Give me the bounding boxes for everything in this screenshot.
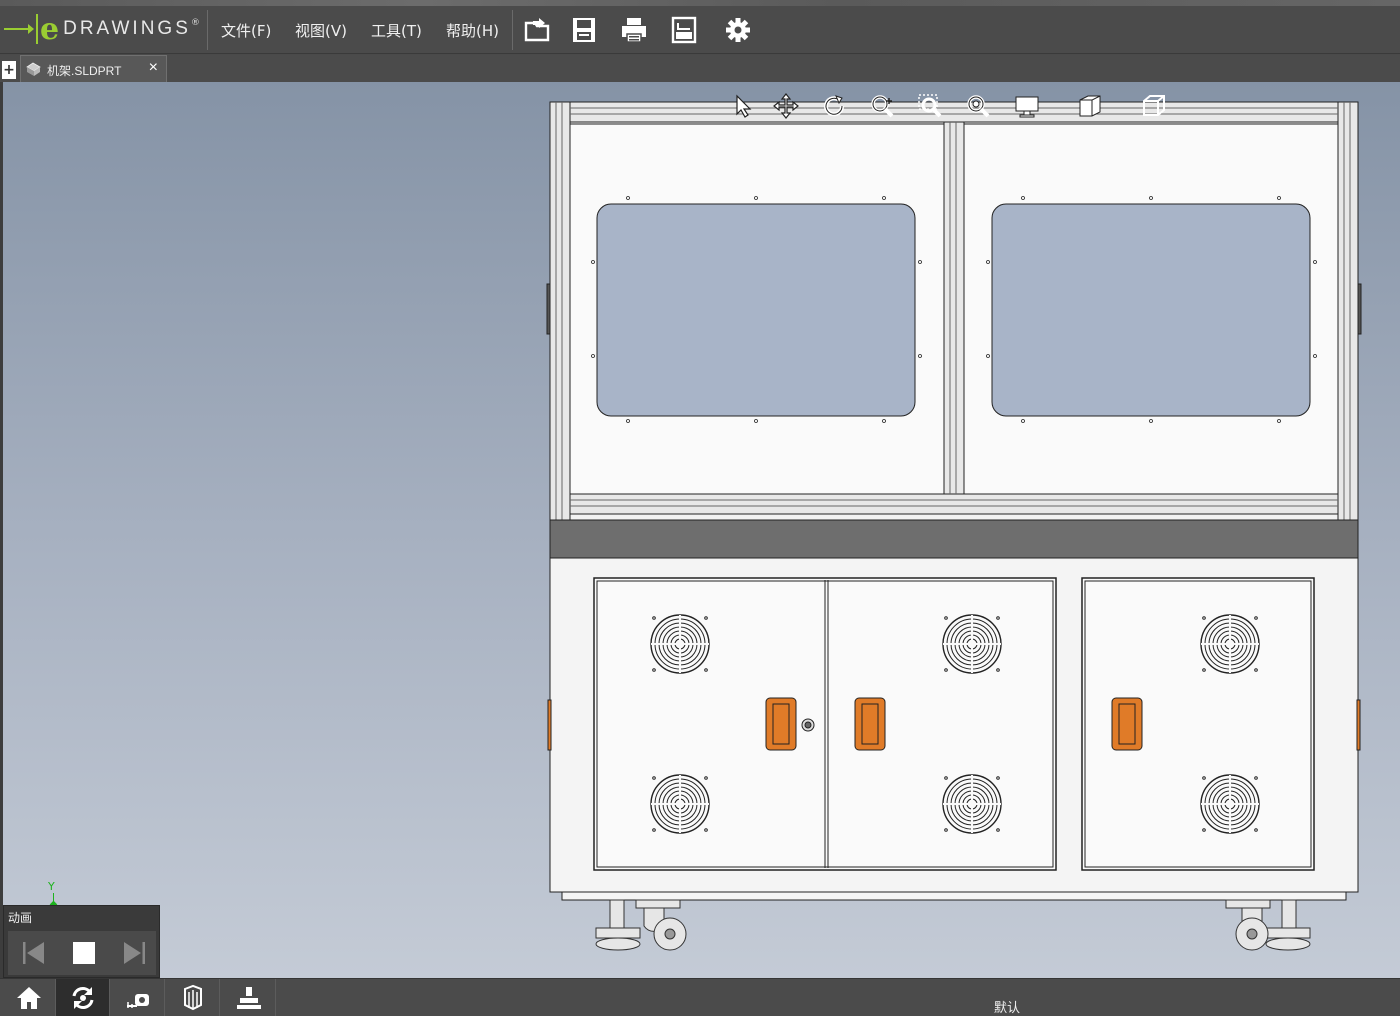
settings-icon[interactable] bbox=[722, 14, 754, 46]
section-icon[interactable] bbox=[1076, 92, 1104, 120]
configuration-label: 默认 bbox=[994, 1001, 1021, 1016]
skip-forward-icon[interactable] bbox=[120, 939, 148, 967]
save-icon[interactable] bbox=[568, 14, 600, 46]
menu-view[interactable]: 视图(V) bbox=[295, 20, 347, 41]
new-tab-button[interactable]: + bbox=[2, 61, 16, 79]
upper-frame bbox=[546, 101, 1362, 521]
display-style-icon[interactable] bbox=[1014, 92, 1042, 120]
print-icon[interactable] bbox=[618, 14, 650, 46]
animation-controls bbox=[8, 931, 156, 975]
tab-bar: + 机架.SLDPRT × bbox=[0, 55, 1400, 82]
measure-icon[interactable] bbox=[111, 979, 165, 1016]
animation-panel: 动画 bbox=[3, 905, 160, 978]
machine-frame-model[interactable] bbox=[540, 96, 1370, 966]
select-icon[interactable] bbox=[728, 92, 756, 120]
tab-label: 机架.SLDPRT bbox=[47, 64, 122, 78]
edrawings-window: e DRAWINGS ® 文件(F) 视图(V) 工具(T) 帮助(H) + 机… bbox=[0, 0, 1400, 1016]
edrawings-logo: e DRAWINGS ® bbox=[4, 10, 204, 48]
zoom-to-fit-icon[interactable] bbox=[964, 92, 992, 120]
lower-cabinet bbox=[547, 557, 1361, 901]
worktop-band bbox=[549, 519, 1359, 559]
part-icon bbox=[26, 62, 41, 76]
stamp-icon[interactable] bbox=[222, 979, 276, 1016]
menu-help[interactable]: 帮助(H) bbox=[446, 20, 499, 41]
zoom-to-area-icon[interactable] bbox=[916, 92, 944, 120]
logo-word: DRAWINGS bbox=[63, 18, 191, 39]
taskbar-strip bbox=[0, 0, 1400, 6]
pan-icon[interactable] bbox=[772, 92, 800, 120]
animation-title: 动画 bbox=[8, 911, 33, 925]
casters bbox=[595, 899, 1311, 951]
tab-document[interactable]: 机架.SLDPRT × bbox=[20, 55, 167, 82]
home-icon[interactable] bbox=[2, 979, 56, 1016]
zoom-icon[interactable] bbox=[868, 92, 896, 120]
close-icon[interactable]: × bbox=[149, 59, 158, 77]
explode-icon[interactable] bbox=[166, 979, 220, 1016]
standard-views-icon[interactable] bbox=[1140, 92, 1168, 120]
divider bbox=[207, 10, 208, 50]
menu-tools[interactable]: 工具(T) bbox=[371, 20, 422, 41]
open-icon[interactable] bbox=[522, 14, 554, 46]
bottom-toolbar: 默认 bbox=[0, 978, 1400, 1016]
divider bbox=[512, 10, 513, 50]
axis-label-y: Y bbox=[48, 880, 55, 893]
top-toolbar: e DRAWINGS ® 文件(F) 视图(V) 工具(T) 帮助(H) bbox=[0, 0, 1400, 54]
logo-mark: ® bbox=[190, 18, 200, 28]
view-toolbar bbox=[726, 90, 1196, 122]
reload-icon[interactable] bbox=[56, 979, 110, 1016]
stop-icon[interactable] bbox=[70, 939, 98, 967]
publish-icon[interactable] bbox=[668, 14, 700, 46]
rotate-icon[interactable] bbox=[820, 92, 848, 120]
model-viewport[interactable]: Y bbox=[0, 82, 1400, 978]
menu-file[interactable]: 文件(F) bbox=[221, 20, 271, 41]
logo-letter: e bbox=[40, 11, 60, 47]
axis-triad: Y bbox=[44, 880, 64, 909]
skip-back-icon[interactable] bbox=[20, 939, 48, 967]
